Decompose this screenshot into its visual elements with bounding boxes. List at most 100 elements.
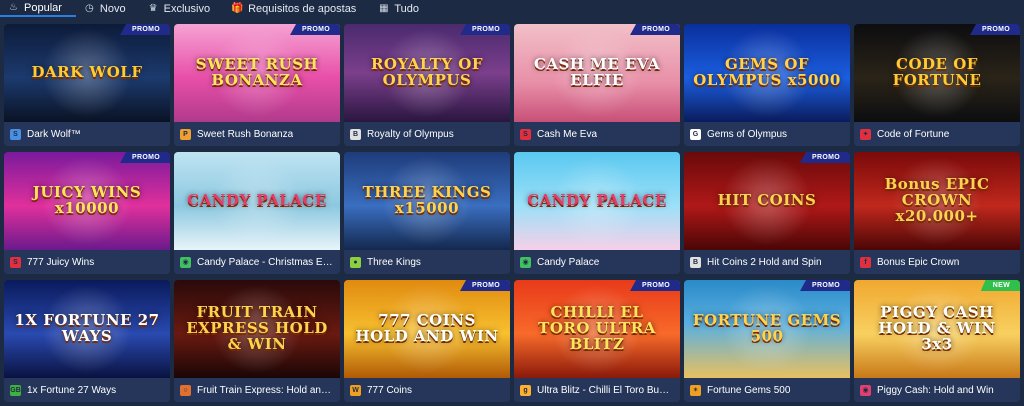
game-thumbnail[interactable]: FRUIT TRAIN EXPRESS HOLD & WIN <box>174 280 340 378</box>
promo-badge: PROMO <box>630 24 680 35</box>
game-thumbnail[interactable]: CHILLI EL TORO ULTRA BLITZ PROMO <box>514 280 680 378</box>
clock-icon: ◷ <box>85 3 94 14</box>
game-card[interactable]: CASH ME EVA ELFIE PROMO S Cash Me Eva <box>514 24 680 146</box>
game-thumbnail[interactable]: CODE OF FORTUNE PROMO <box>854 24 1020 122</box>
game-card[interactable]: CHILLI EL TORO ULTRA BLITZ PROMO g Ultra Bl… <box>514 280 680 402</box>
game-footer[interactable]: GB 1x Fortune 27 Ways <box>4 378 170 402</box>
game-thumbnail[interactable]: DARK WOLF PROMO <box>4 24 170 122</box>
promo-badge: PROMO <box>800 280 850 291</box>
game-thumbnail[interactable]: Bonus EPIC CROWN x20.000+ <box>854 152 1020 250</box>
game-name: Cash Me Eva <box>537 128 598 140</box>
game-thumbnail[interactable]: ROYALTY OF OLYMPUS PROMO <box>344 24 510 122</box>
game-thumbnail[interactable]: THREE KINGS x15000 <box>344 152 510 250</box>
game-artwork-title: 777 COINS HOLD AND WIN <box>355 311 499 345</box>
crown-icon: ♛ <box>148 3 158 14</box>
game-name: 777 Juicy Wins <box>27 256 95 268</box>
game-card[interactable]: FRUIT TRAIN EXPRESS HOLD & WIN ○ Fruit Tra… <box>174 280 340 402</box>
game-thumbnail[interactable]: HIT COINS PROMO <box>684 152 850 250</box>
game-thumbnail[interactable]: JUICY WINS x10000 PROMO <box>4 152 170 250</box>
game-footer[interactable]: S Dark Wolf™ <box>4 122 170 146</box>
softswiss-icon: S <box>10 128 21 140</box>
game-card[interactable]: CANDY PALACE ◉ Candy Palace - Christmas Ed… <box>174 152 340 274</box>
gift-icon: 🎁 <box>231 3 244 14</box>
game-artwork-title: HIT COINS <box>717 191 817 210</box>
game-artwork-title: FRUIT TRAIN EXPRESS HOLD & WIN <box>186 303 328 353</box>
game-thumbnail[interactable]: FORTUNE GEMS 500 PROMO <box>684 280 850 378</box>
game-thumbnail[interactable]: CANDY PALACE <box>514 152 680 250</box>
game-artwork-title: CANDY PALACE <box>527 191 667 210</box>
game-thumbnail[interactable]: CANDY PALACE <box>174 152 340 250</box>
tab-label: Tudo <box>394 2 419 15</box>
grid-icon: ▦ <box>379 3 389 14</box>
game-footer[interactable]: g Ultra Blitz - Chilli El Toro Buy Bonus <box>514 378 680 402</box>
game-thumbnail[interactable]: CASH ME EVA ELFIE PROMO <box>514 24 680 122</box>
game-name: Code of Fortune <box>877 128 950 140</box>
game-footer[interactable]: W 777 Coins <box>344 378 510 402</box>
game-name: Sweet Rush Bonanza <box>197 128 294 140</box>
bbb-icon: B <box>350 128 361 140</box>
game-card[interactable]: CANDY PALACE ◉ Candy Palace <box>514 152 680 274</box>
game-name: Piggy Cash: Hold and Win <box>877 384 994 396</box>
game-card[interactable]: 1X FORTUNE 27 WAYS GB 1x Fortune 27 Ways <box>4 280 170 402</box>
game-name: Ultra Blitz - Chilli El Toro Buy Bonus <box>537 384 674 396</box>
game-card[interactable]: SWEET RUSH BONANZA PROMO P Sweet Rush Bonan… <box>174 24 340 146</box>
game-footer[interactable]: P Sweet Rush Bonanza <box>174 122 340 146</box>
game-footer[interactable]: ◉ Piggy Cash: Hold and Win <box>854 378 1020 402</box>
tab-label: Requisitos de apostas <box>248 2 357 15</box>
game-thumbnail[interactable]: PIGGY CASH HOLD & WIN 3x3 NEW <box>854 280 1020 378</box>
spinomenal-icon: S <box>520 128 531 140</box>
promo-badge: PROMO <box>120 24 170 35</box>
playtech-icon: ✦ <box>860 128 871 140</box>
game-name: 1x Fortune 27 Ways <box>27 384 117 396</box>
game-thumbnail[interactable]: GEMS OF OLYMPUS x5000 <box>684 24 850 122</box>
game-card[interactable]: Bonus EPIC CROWN x20.000+ f Bonus Epic Cro… <box>854 152 1020 274</box>
gb-icon: GB <box>10 384 21 396</box>
promo-badge: PROMO <box>460 280 510 291</box>
game-card[interactable]: HIT COINS PROMO B Hit Coins 2 Hold and Spin <box>684 152 850 274</box>
game-footer[interactable]: S 777 Juicy Wins <box>4 250 170 274</box>
game-card[interactable]: ROYALTY OF OLYMPUS PROMO B Royalty of Olymp… <box>344 24 510 146</box>
tab-exclusivo[interactable]: ♛ Exclusivo <box>140 0 224 17</box>
game-card[interactable]: FORTUNE GEMS 500 PROMO ✶ Fortune Gems 500 <box>684 280 850 402</box>
tab-requisitos-de-apostas[interactable]: 🎁 Requisitos de apostas <box>224 0 370 17</box>
promo-badge: NEW <box>980 280 1020 291</box>
game-artwork-title: GEMS OF OLYMPUS x5000 <box>693 55 841 89</box>
game-thumbnail[interactable]: 1X FORTUNE 27 WAYS <box>4 280 170 378</box>
game-name: Candy Palace - Christmas Edition <box>197 256 334 268</box>
tab-novo[interactable]: ◷ Novo <box>76 0 140 17</box>
game-artwork-title: CANDY PALACE <box>187 191 327 210</box>
game-footer[interactable]: G Gems of Olympus <box>684 122 850 146</box>
game-footer[interactable]: S Cash Me Eva <box>514 122 680 146</box>
game-footer[interactable]: ● Three Kings <box>344 250 510 274</box>
game-footer[interactable]: ○ Fruit Train Express: Hold and Win <box>174 378 340 402</box>
game-artwork-title: PIGGY CASH HOLD & WIN 3x3 <box>878 303 996 353</box>
game-card[interactable]: GEMS OF OLYMPUS x5000 G Gems of Olympus <box>684 24 850 146</box>
game-thumbnail[interactable]: 777 COINS HOLD AND WIN PROMO <box>344 280 510 378</box>
game-footer[interactable]: B Royalty of Olympus <box>344 122 510 146</box>
promo-badge: PROMO <box>460 24 510 35</box>
tab-tudo[interactable]: ▦ Tudo <box>370 0 433 17</box>
game-footer[interactable]: ◉ Candy Palace <box>514 250 680 274</box>
game-thumbnail[interactable]: SWEET RUSH BONANZA PROMO <box>174 24 340 122</box>
game-card[interactable]: JUICY WINS x10000 PROMO S 777 Juicy Wins <box>4 152 170 274</box>
game-footer[interactable]: ✶ Fortune Gems 500 <box>684 378 850 402</box>
fire-icon: ♨ <box>9 2 18 13</box>
game-card[interactable]: PIGGY CASH HOLD & WIN 3x3 NEW ◉ Piggy Cash:… <box>854 280 1020 402</box>
circle-provider-icon: ○ <box>180 384 191 396</box>
game-card[interactable]: 777 COINS HOLD AND WIN PROMO W 777 Coins <box>344 280 510 402</box>
game-card[interactable]: CODE OF FORTUNE PROMO ✦ Code of Fortune <box>854 24 1020 146</box>
game-name: Hit Coins 2 Hold and Spin <box>707 256 822 268</box>
bbb-icon: B <box>690 256 701 268</box>
game-footer[interactable]: B Hit Coins 2 Hold and Spin <box>684 250 850 274</box>
tab-popular[interactable]: ♨ Popular <box>0 0 76 17</box>
game-footer[interactable]: f Bonus Epic Crown <box>854 250 1020 274</box>
game-name: Bonus Epic Crown <box>877 256 960 268</box>
bgaming-icon: ◉ <box>860 384 871 396</box>
game-footer[interactable]: ◉ Candy Palace - Christmas Edition <box>174 250 340 274</box>
tab-label: Exclusivo <box>163 2 211 15</box>
game-card[interactable]: THREE KINGS x15000 ● Three Kings <box>344 152 510 274</box>
game-name: 777 Coins <box>367 384 413 396</box>
promo-badge: PROMO <box>630 280 680 291</box>
game-footer[interactable]: ✦ Code of Fortune <box>854 122 1020 146</box>
game-card[interactable]: DARK WOLF PROMO S Dark Wolf™ <box>4 24 170 146</box>
